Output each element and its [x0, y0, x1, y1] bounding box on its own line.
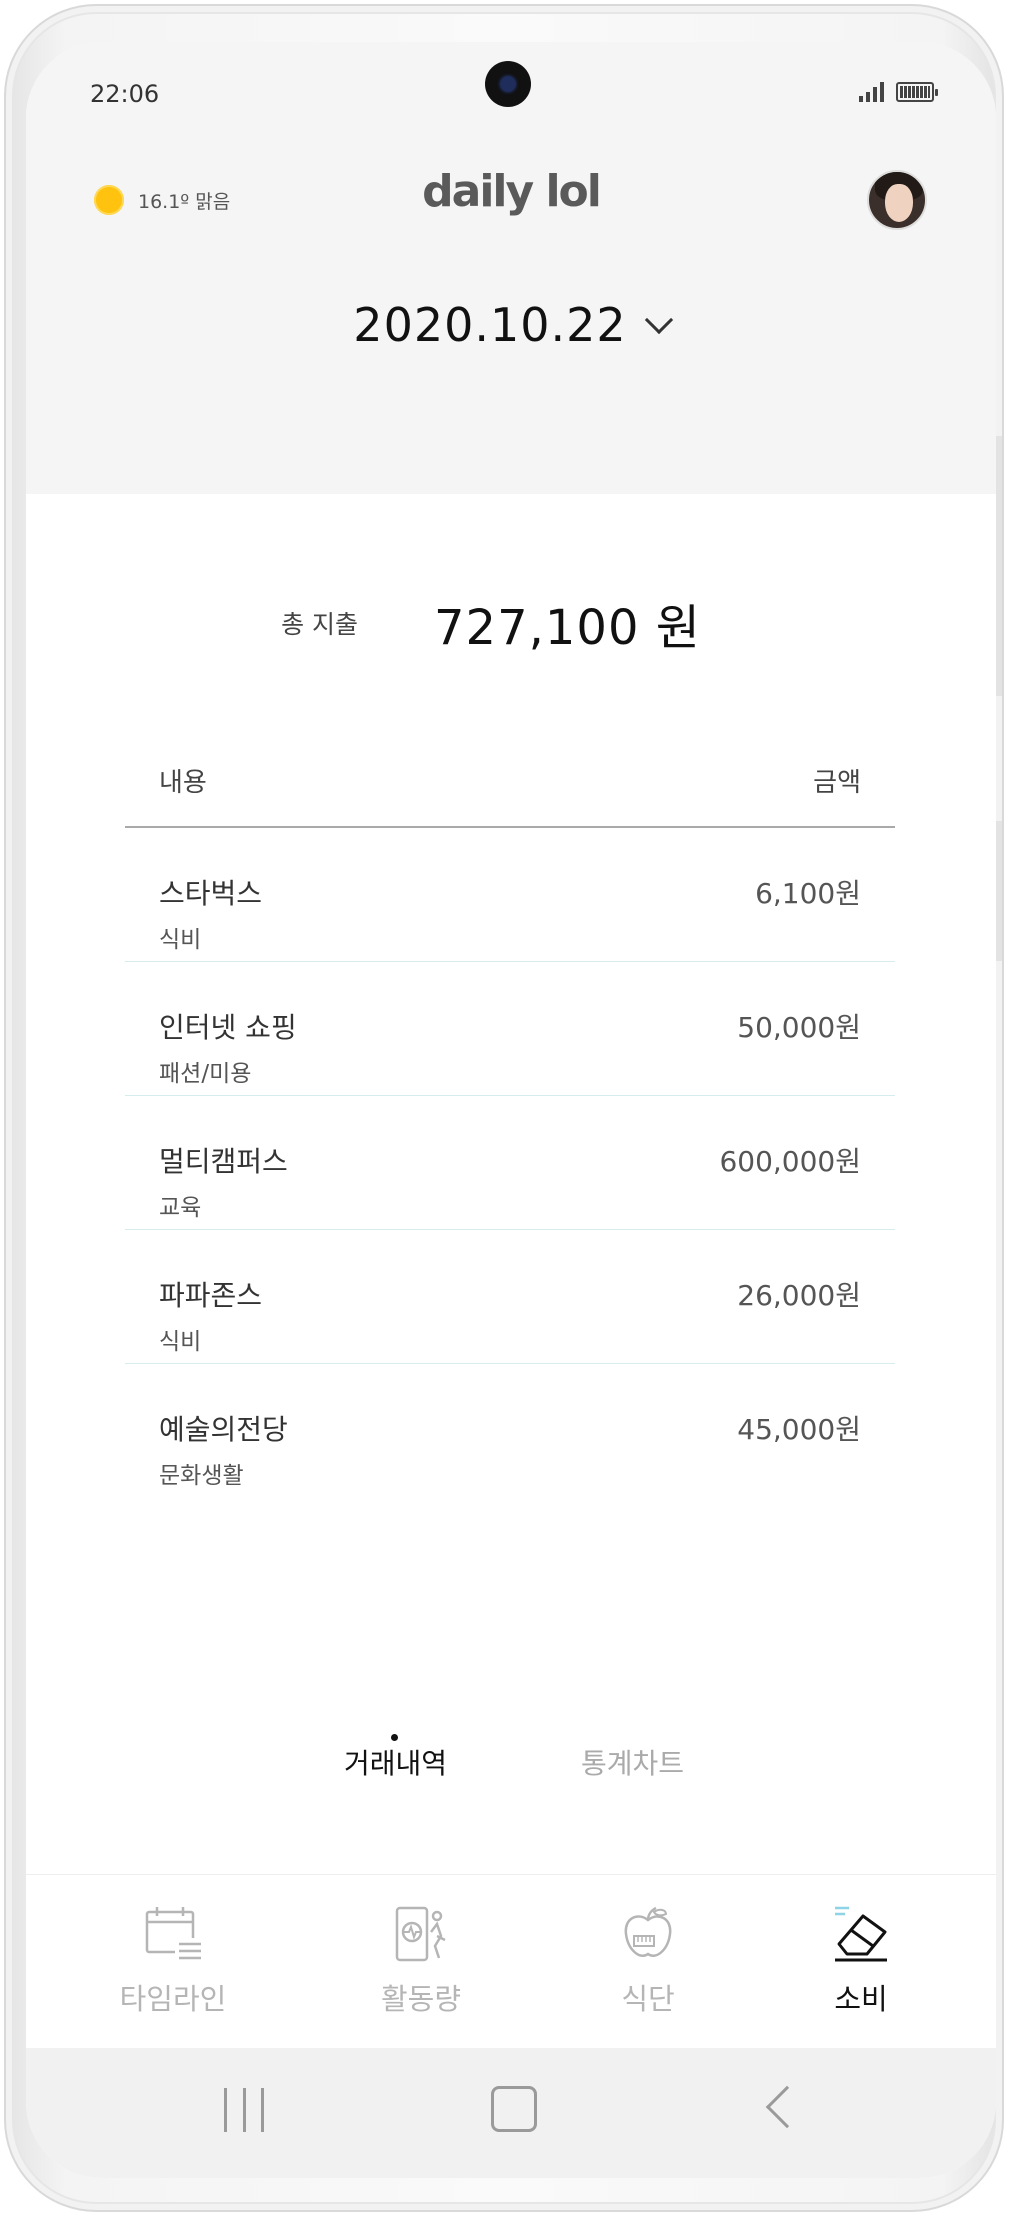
item-amount: 6,100원 — [755, 877, 861, 910]
tab-transactions[interactable]: 거래내역 — [344, 1742, 447, 1782]
item-name: 예술의전당 — [159, 1413, 288, 1446]
back-icon[interactable] — [765, 2085, 809, 2129]
item-amount: 50,000원 — [737, 1011, 861, 1044]
nav-item-timeline[interactable]: 타임라인 — [93, 1902, 253, 2018]
eraser-card-icon — [835, 1906, 887, 1962]
item-category: 식비 — [159, 927, 202, 953]
nav-divider — [26, 1874, 996, 1875]
date-selector[interactable]: 2020.10.22 — [26, 298, 996, 352]
item-name: 스타벅스 — [159, 877, 263, 910]
item-category: 교육 — [159, 1195, 202, 1221]
date-text: 2020.10.22 — [353, 298, 627, 352]
nav-label: 활동량 — [380, 1982, 462, 2016]
total-spending: 총 지출 727,100 원 — [26, 588, 996, 658]
avatar[interactable] — [867, 170, 927, 230]
battery-icon — [896, 82, 938, 102]
transactions-table: 내용 금액 스타벅스 식비 6,100원 인터넷 쇼핑 패션/미용 50,000… — [125, 762, 895, 1498]
apple-icon — [624, 1906, 672, 1957]
phone-frame: 22:06 16.1º 맑음 daily lol 2020.10.22 총 지출… — [4, 4, 1004, 2212]
activity-phone-icon — [395, 1906, 446, 1962]
header-amount: 금액 — [813, 768, 861, 798]
system-nav-bar — [26, 2048, 996, 2178]
table-row[interactable]: 파파존스 식비 26,000원 — [125, 1230, 895, 1364]
nav-item-spending[interactable]: 소비 — [781, 1902, 941, 2018]
item-amount: 600,000원 — [719, 1145, 861, 1178]
item-name: 인터넷 쇼핑 — [159, 1011, 297, 1044]
table-row[interactable]: 스타벅스 식비 6,100원 — [125, 828, 895, 962]
recents-icon[interactable] — [224, 2088, 264, 2132]
status-icons — [859, 82, 938, 102]
chevron-down-icon[interactable] — [644, 305, 673, 335]
item-name: 파파존스 — [159, 1279, 263, 1312]
app-logo: daily lol — [422, 166, 602, 217]
status-time: 22:06 — [90, 80, 160, 108]
item-amount: 45,000원 — [737, 1413, 861, 1446]
active-tab-dot — [391, 1734, 398, 1741]
table-row[interactable]: 인터넷 쇼핑 패션/미용 50,000원 — [125, 962, 895, 1096]
header-content: 내용 — [159, 768, 207, 798]
nav-label: 소비 — [834, 1982, 888, 2016]
calendar-list-icon — [145, 1907, 201, 1960]
nav-item-activity[interactable]: 활동량 — [341, 1902, 501, 2018]
table-row[interactable]: 예술의전당 문화생활 45,000원 — [125, 1364, 895, 1498]
total-label: 총 지출 — [281, 610, 359, 639]
home-icon[interactable] — [491, 2086, 537, 2132]
item-category: 패션/미용 — [159, 1061, 252, 1087]
table-row[interactable]: 멀티캠퍼스 교육 600,000원 — [125, 1096, 895, 1230]
nav-label: 식단 — [621, 1982, 675, 2016]
item-category: 문화생활 — [159, 1463, 244, 1489]
signal-icon — [859, 82, 884, 102]
front-camera — [485, 61, 531, 107]
item-category: 식비 — [159, 1329, 202, 1355]
tab-statistics-chart[interactable]: 통계차트 — [581, 1742, 684, 1782]
header-background — [26, 42, 996, 494]
bottom-nav: 타임라인 활동량 식단 소비 — [26, 1902, 996, 2042]
total-value: 727,100 원 — [434, 600, 701, 656]
item-amount: 26,000원 — [737, 1279, 861, 1312]
screen: 22:06 16.1º 맑음 daily lol 2020.10.22 총 지출… — [26, 42, 996, 2178]
item-name: 멀티캠퍼스 — [159, 1145, 288, 1178]
table-header: 내용 금액 — [125, 762, 895, 828]
nav-label: 타임라인 — [119, 1982, 227, 2016]
nav-item-diet[interactable]: 식단 — [568, 1902, 728, 2018]
